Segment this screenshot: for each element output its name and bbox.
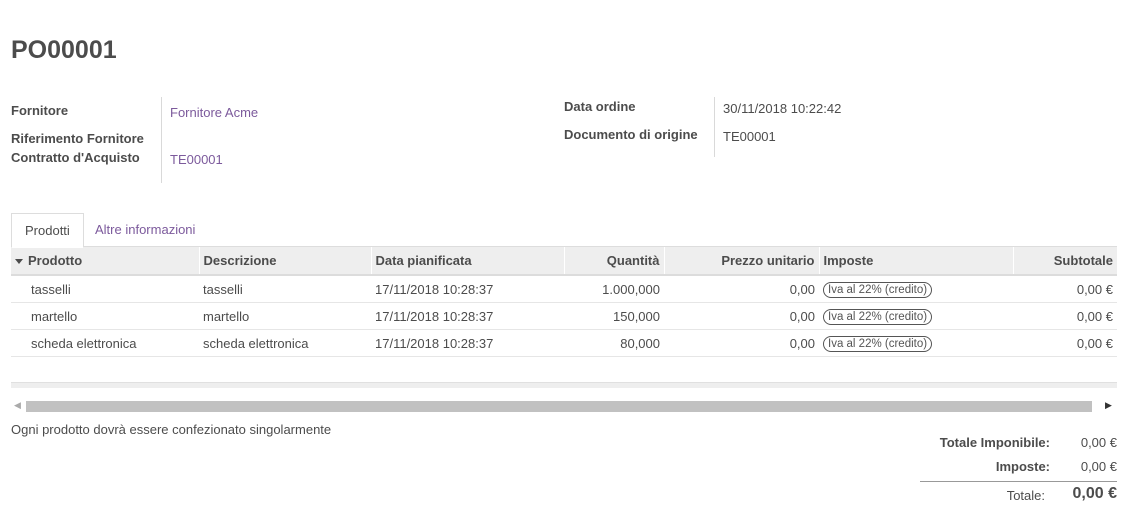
grand-total-value: 0,00 € (1072, 485, 1117, 502)
cell-taxes: Iva al 22% (credito) (819, 302, 1013, 330)
cell-price: 0,00 (664, 329, 819, 357)
tab-products[interactable]: Prodotti (11, 213, 84, 248)
tax-badge: Iva al 22% (credito) (823, 335, 933, 352)
cell-subtotal: 0,00 € (1013, 275, 1117, 303)
tax-badge: Iva al 22% (credito) (823, 308, 933, 325)
col-quantity[interactable]: Quantità (563, 247, 664, 276)
taxes-total-label: Imposte: (995, 459, 1050, 474)
vendor-label: Fornitore (11, 103, 69, 118)
tax-badge: Iva al 22% (credito) (823, 281, 933, 298)
table-row[interactable]: martello martello 17/11/2018 10:28:37 15… (11, 302, 1117, 330)
cell-product: scheda elettronica (11, 329, 199, 357)
cell-product: martello (11, 302, 199, 330)
table-header-row: Prodotto Descrizione Data pianificata Qu… (11, 247, 1117, 276)
cell-price: 0,00 (664, 302, 819, 330)
col-product[interactable]: Prodotto (11, 247, 199, 276)
order-date-value: 30/11/2018 10:22:42 (723, 101, 842, 116)
col-unit-price[interactable]: Prezzo unitario (663, 247, 819, 276)
contract-link[interactable]: TE00001 (170, 152, 223, 167)
cell-quantity: 150,000 (564, 302, 664, 330)
cell-quantity: 80,000 (564, 329, 664, 357)
origin-label: Documento di origine (564, 127, 698, 142)
scroll-right-arrow-icon[interactable]: ▶ (1105, 400, 1112, 411)
totals-divider (920, 481, 1117, 482)
table-footer (11, 382, 1117, 388)
table-row[interactable]: scheda elettronica scheda elettronica 17… (11, 329, 1117, 357)
scroll-left-arrow-icon[interactable]: ◀ (14, 400, 21, 411)
col-taxes[interactable]: Imposte (818, 247, 1013, 276)
cell-date: 17/11/2018 10:28:37 (371, 302, 564, 330)
notebook-tabs: Prodotti Altre informazioni (11, 213, 1117, 248)
cell-quantity: 1.000,000 (564, 275, 664, 303)
grand-total-label: Totale: (1006, 488, 1045, 503)
cell-taxes: Iva al 22% (credito) (819, 275, 1013, 303)
cell-taxes: Iva al 22% (credito) (819, 329, 1013, 357)
cell-date: 17/11/2018 10:28:37 (371, 275, 564, 303)
sort-caret-icon (15, 259, 23, 265)
page-title: PO00001 (11, 36, 117, 64)
field-divider (161, 97, 162, 183)
tab-other-info[interactable]: Altre informazioni (82, 213, 208, 246)
col-date-planned[interactable]: Data pianificata (370, 247, 564, 276)
table-row[interactable]: tasselli tasselli 17/11/2018 10:28:37 1.… (11, 275, 1117, 303)
order-notes: Ogni prodotto dovrà essere confezionato … (11, 422, 332, 437)
cell-description: tasselli (199, 275, 371, 303)
cell-date: 17/11/2018 10:28:37 (371, 329, 564, 357)
taxes-total-value: 0,00 € (1080, 459, 1117, 474)
vendor-link[interactable]: Fornitore Acme (170, 105, 258, 120)
col-description[interactable]: Descrizione (198, 247, 371, 276)
vendor-ref-label: Riferimento Fornitore (11, 131, 144, 146)
cell-subtotal: 0,00 € (1013, 302, 1117, 330)
contract-label: Contratto d'Acquisto (11, 150, 140, 165)
horizontal-scrollbar[interactable] (26, 401, 1092, 412)
cell-description: scheda elettronica (199, 329, 371, 357)
untaxed-total-value: 0,00 € (1080, 435, 1117, 450)
order-date-label: Data ordine (564, 99, 636, 114)
cell-price: 0,00 (664, 275, 819, 303)
field-divider (714, 97, 715, 157)
untaxed-total-label: Totale Imponibile: (939, 435, 1050, 450)
col-subtotal[interactable]: Subtotale (1012, 247, 1117, 276)
cell-subtotal: 0,00 € (1013, 329, 1117, 357)
order-lines-table: Prodotto Descrizione Data pianificata Qu… (11, 247, 1117, 357)
cell-description: martello (199, 302, 371, 330)
cell-product: tasselli (11, 275, 199, 303)
origin-value: TE00001 (723, 129, 776, 144)
